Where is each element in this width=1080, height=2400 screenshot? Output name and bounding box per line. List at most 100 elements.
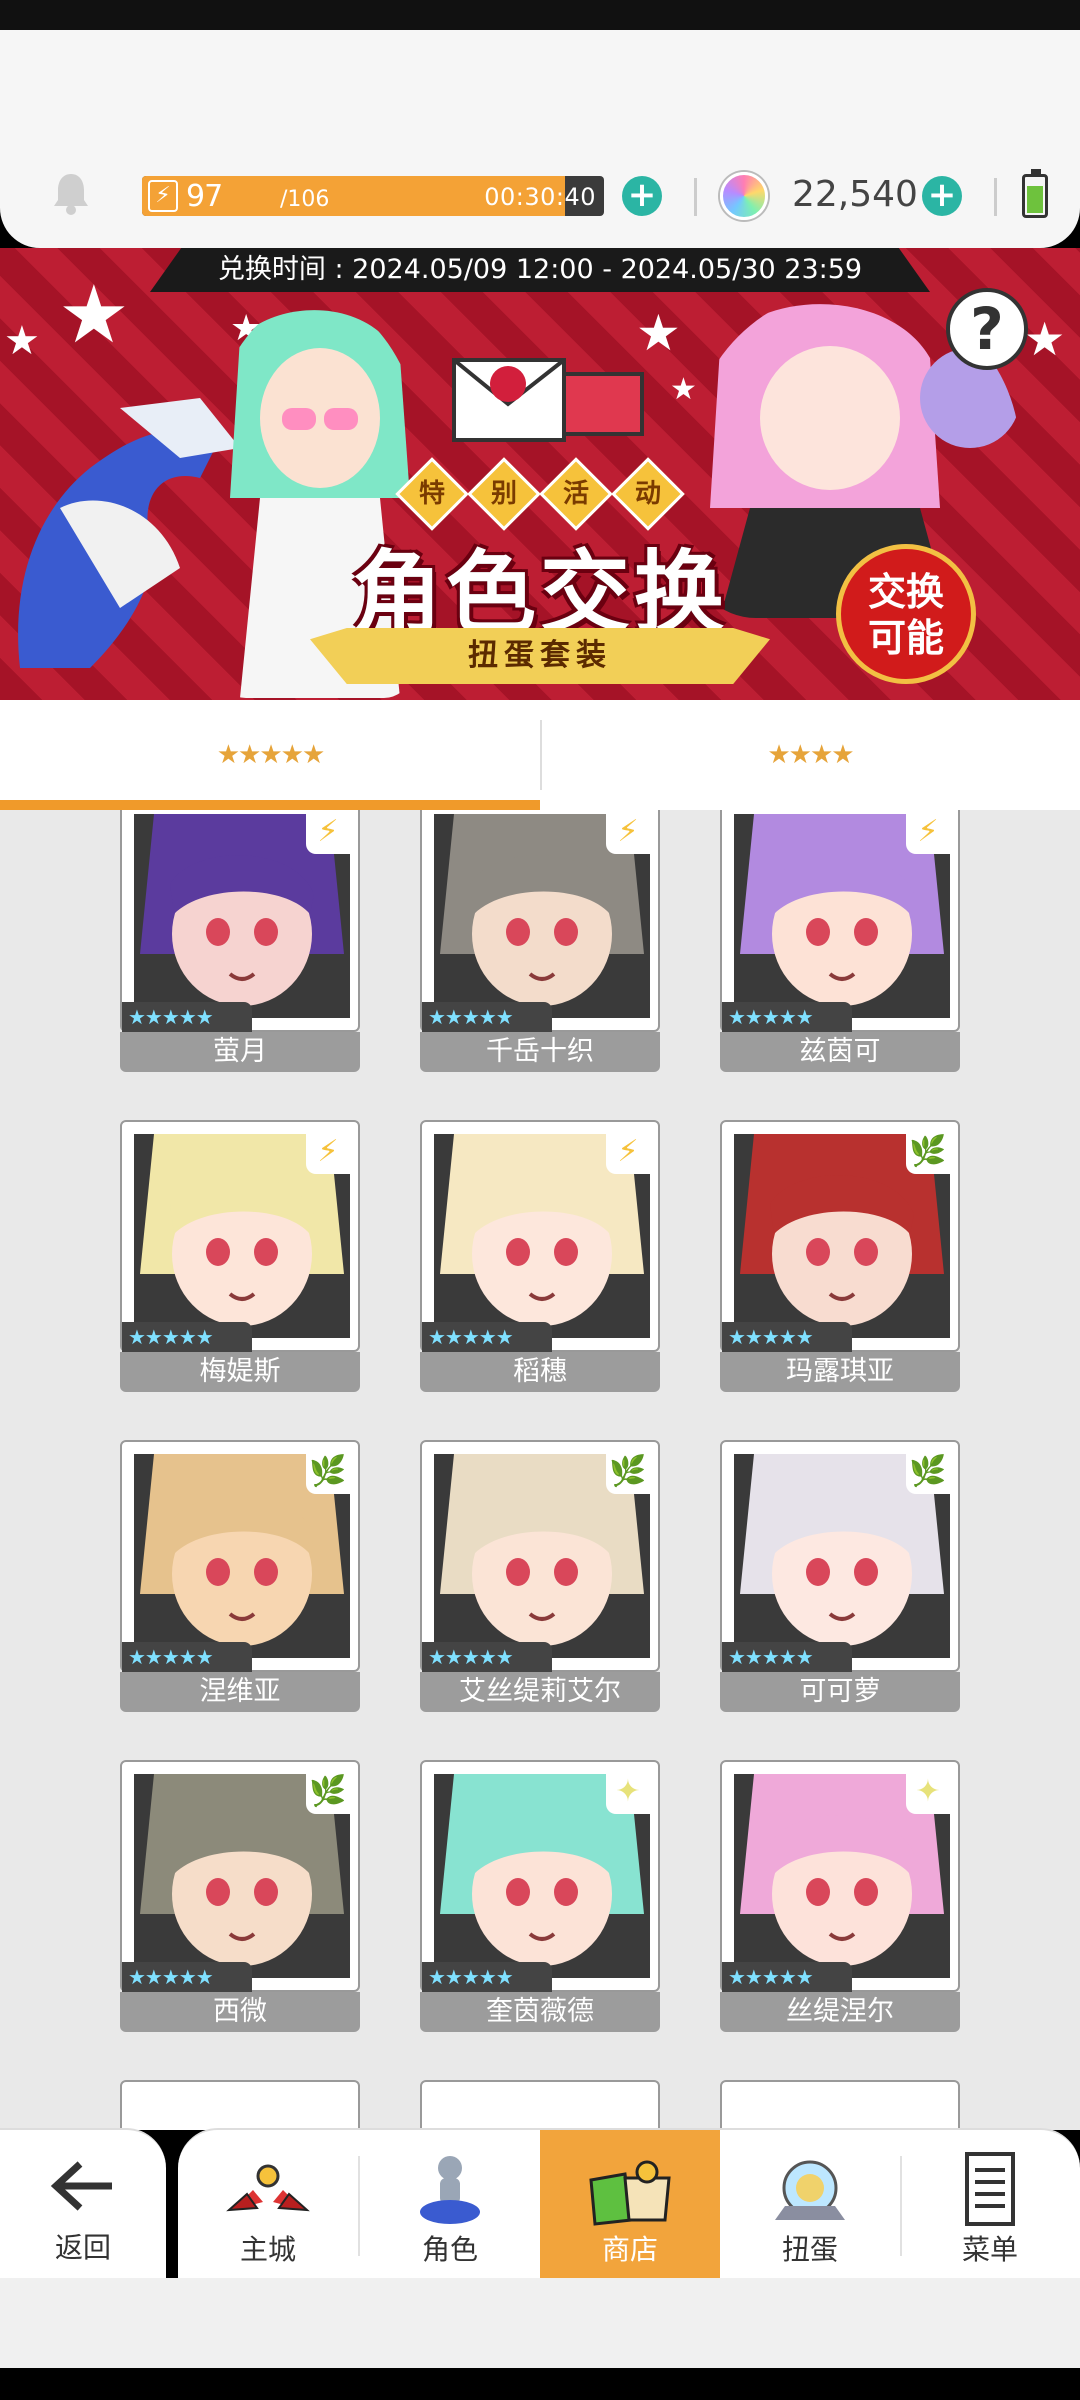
leaf-icon: 🌿: [906, 1130, 950, 1174]
stamina-current: 97: [186, 179, 223, 214]
character-card-partial[interactable]: [420, 2080, 660, 2130]
gem-icon: [720, 172, 768, 220]
leaf-icon: 🌿: [906, 1450, 950, 1494]
back-button[interactable]: 返回: [0, 2128, 166, 2278]
character-grid: ⚡ ★★★★★ 萤月 ⚡ ★★★★★ 千岳十织 ⚡ ★★★★★ 兹茵可 ⚡ ★★…: [0, 810, 1080, 2130]
lightning-icon: ⚡: [906, 810, 950, 854]
card-frame: ⚡ ★★★★★: [420, 1120, 660, 1352]
nav-home[interactable]: 主城: [178, 2130, 358, 2280]
system-gesture-area: [0, 2278, 1080, 2368]
event-banner[interactable]: 兑换时间 : 2024.05/09 12:00 - 2024.05/30 23:…: [0, 248, 1080, 700]
lightning-icon: ⚡: [148, 180, 178, 212]
notification-bell-icon[interactable]: [50, 170, 92, 216]
bottom-navigation: 返回 主城 角色 商店 扭蛋 菜单: [0, 2128, 1080, 2280]
character-card[interactable]: ⚡ ★★★★★ 兹茵可: [720, 810, 960, 1072]
leaf-icon: 🌿: [606, 1450, 650, 1494]
add-stamina-button[interactable]: +: [622, 176, 662, 216]
nav-menu[interactable]: 菜单: [900, 2130, 1080, 2280]
nav-gacha[interactable]: 扭蛋: [720, 2130, 900, 2280]
card-frame: 🌿 ★★★★★: [120, 1760, 360, 1992]
character-card[interactable]: 🌿 ★★★★★ 玛露琪亚: [720, 1120, 960, 1392]
card-rarity-stars: ★★★★★: [422, 1322, 552, 1352]
card-rarity-stars: ★★★★★: [722, 1002, 852, 1032]
nav-strip: 主城 角色 商店 扭蛋 菜单: [178, 2128, 1080, 2280]
character-name: 千岳十织: [420, 1032, 660, 1072]
card-frame: ⚡ ★★★★★: [720, 810, 960, 1032]
character-statue-icon: [420, 2156, 480, 2224]
shop-bag-icon: [589, 2160, 671, 2226]
character-name: 丝缇涅尔: [720, 1992, 960, 2032]
card-frame: 🌿 ★★★★★: [720, 1440, 960, 1672]
character-name: 涅维亚: [120, 1672, 360, 1712]
card-rarity-stars: ★★★★★: [122, 1962, 252, 1992]
card-rarity-stars: ★★★★★: [722, 1322, 852, 1352]
card-frame: ⚡ ★★★★★: [120, 1120, 360, 1352]
card-frame: ⚡ ★★★★★: [120, 810, 360, 1032]
banner-ribbon: 扭蛋套装: [310, 628, 770, 684]
card-rarity-stars: ★★★★★: [722, 1642, 852, 1672]
character-name: 兹茵可: [720, 1032, 960, 1072]
card-rarity-stars: ★★★★★: [122, 1322, 252, 1352]
gem-count: 22,540: [792, 174, 918, 215]
character-name: 玛露琪亚: [720, 1352, 960, 1392]
character-name: 奎茵薇德: [420, 1992, 660, 2032]
card-rarity-stars: ★★★★★: [722, 1962, 852, 1992]
leaf-icon: 🌿: [306, 1450, 350, 1494]
character-card[interactable]: ⚡ ★★★★★ 萤月: [120, 810, 360, 1072]
character-name: 萤月: [120, 1032, 360, 1072]
character-card-partial[interactable]: [720, 2080, 960, 2130]
star-decoration-icon: ★: [4, 318, 40, 364]
card-frame: 🌿 ★★★★★: [120, 1440, 360, 1672]
character-card[interactable]: ⚡ ★★★★★ 千岳十织: [420, 810, 660, 1072]
active-tab-indicator: [0, 800, 540, 810]
card-frame: ⚡ ★★★★★: [420, 810, 660, 1032]
divider: [694, 178, 697, 216]
star-decoration-icon: ★: [670, 372, 697, 407]
event-tag: 特别活动: [390, 457, 690, 531]
divider: [994, 178, 997, 216]
star-decoration-icon: ★: [1024, 312, 1066, 366]
star-decoration-icon: ★: [58, 268, 130, 361]
card-rarity-stars: ★★★★★: [422, 1642, 552, 1672]
character-card[interactable]: 🌿 ★★★★★ 西微: [120, 1760, 360, 2032]
card-rarity-stars: ★★★★★: [422, 1962, 552, 1992]
nav-shop[interactable]: 商店: [540, 2130, 720, 2280]
card-frame: 🌿 ★★★★★: [720, 1120, 960, 1352]
character-card-partial[interactable]: [120, 2080, 360, 2130]
card-frame: 🌿 ★★★★★: [420, 1440, 660, 1672]
character-name: 可可萝: [720, 1672, 960, 1712]
menu-list-icon: [965, 2152, 1015, 2226]
back-label: 返回: [54, 2231, 111, 2264]
sparkle-icon: ✦: [606, 1770, 650, 1814]
add-gems-button[interactable]: +: [922, 176, 962, 216]
lightning-icon: ⚡: [306, 810, 350, 854]
character-card[interactable]: 🌿 ★★★★★ 艾丝缇莉艾尔: [420, 1440, 660, 1712]
lightning-icon: ⚡: [606, 810, 650, 854]
character-card[interactable]: 🌿 ★★★★★ 涅维亚: [120, 1440, 360, 1712]
character-card[interactable]: ⚡ ★★★★★ 稻穗: [420, 1120, 660, 1392]
card-rarity-stars: ★★★★★: [122, 1002, 252, 1032]
lightning-icon: ⚡: [606, 1130, 650, 1174]
character-name: 西微: [120, 1992, 360, 2032]
tab-four-star[interactable]: ★★★★: [540, 700, 1080, 810]
card-rarity-stars: ★★★★★: [122, 1642, 252, 1672]
exchange-time: 兑换时间 : 2024.05/09 12:00 - 2024.05/30 23:…: [150, 248, 930, 292]
character-card[interactable]: ✦ ★★★★★ 丝缇涅尔: [720, 1760, 960, 2032]
tab-five-star[interactable]: ★★★★★: [0, 700, 540, 810]
help-button[interactable]: ?: [946, 288, 1028, 370]
nav-characters[interactable]: 角色: [360, 2130, 540, 2280]
envelope-ticket-icon: [452, 358, 644, 442]
character-card[interactable]: ✦ ★★★★★ 奎茵薇德: [420, 1760, 660, 2032]
resource-bar: ⚡ 97 /106 00:30:40 + 22,540 +: [0, 160, 1080, 232]
character-card[interactable]: ⚡ ★★★★★ 梅媞斯: [120, 1120, 360, 1392]
stamina-timer: 00:30:40: [484, 183, 596, 211]
rarity-tabs: ★★★★★ ★★★★: [0, 700, 1080, 810]
card-rarity-stars: ★★★★★: [422, 1002, 552, 1032]
character-card[interactable]: 🌿 ★★★★★ 可可萝: [720, 1440, 960, 1712]
leaf-icon: 🌿: [306, 1770, 350, 1814]
battery-icon: [1022, 169, 1048, 218]
exchange-available-badge: 交换 可能: [836, 544, 976, 684]
character-name: 梅媞斯: [120, 1352, 360, 1392]
sparkle-icon: ✦: [906, 1770, 950, 1814]
card-frame: ✦ ★★★★★: [420, 1760, 660, 1992]
